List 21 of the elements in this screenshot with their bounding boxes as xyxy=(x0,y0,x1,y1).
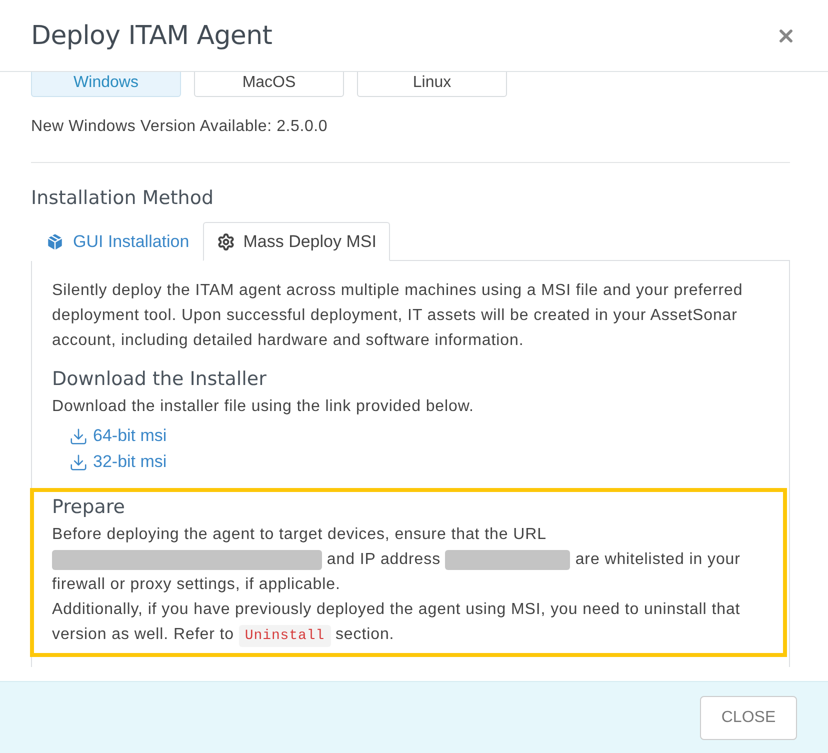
download-icon xyxy=(69,452,88,472)
gear-icon xyxy=(217,232,236,250)
close-button[interactable]: CLOSE xyxy=(700,696,797,740)
download-link[interactable]: 64-bit msi xyxy=(69,423,167,449)
download-text: Download the installer file using the link provided below. xyxy=(52,397,475,417)
prepare-text: Before deploying the agent to target devices, ensure that the URL and IP address are whitelisted in your firewall or proxy settings, if applicable. xyxy=(52,525,742,595)
os-tab[interactable]: Windows xyxy=(31,72,181,97)
intro-text: Silently deploy the ITAM agent across multiple machines using a MSI file and your preferred deployment tool. Upon successful deployment, IT assets will be created in your AssetSonar account, including detailed hardware and software information. xyxy=(52,281,744,351)
download-icon xyxy=(69,426,88,446)
prepare-text: Additionally, if you have previously deployed the agent using MSI, you need to uninstall that version as well. Refer to Uninstall section. xyxy=(52,597,767,647)
prepare-title: Prepare xyxy=(52,496,126,518)
os-tab[interactable]: MacOS xyxy=(194,72,344,97)
section-title: Installation Method xyxy=(31,187,215,209)
os-tab[interactable]: Linux xyxy=(357,72,507,97)
inline-code: Uninstall xyxy=(238,625,331,647)
method-tab[interactable]: Mass Deploy MSI xyxy=(203,222,390,261)
version-notice: New Windows Version Available: 2.5.0.0 xyxy=(31,118,329,136)
download-title: Download the Installer xyxy=(52,368,268,390)
window-title: Deploy ITAM Agent xyxy=(31,20,272,50)
download-link[interactable]: 32-bit msi xyxy=(69,449,167,475)
box-icon xyxy=(45,232,65,252)
